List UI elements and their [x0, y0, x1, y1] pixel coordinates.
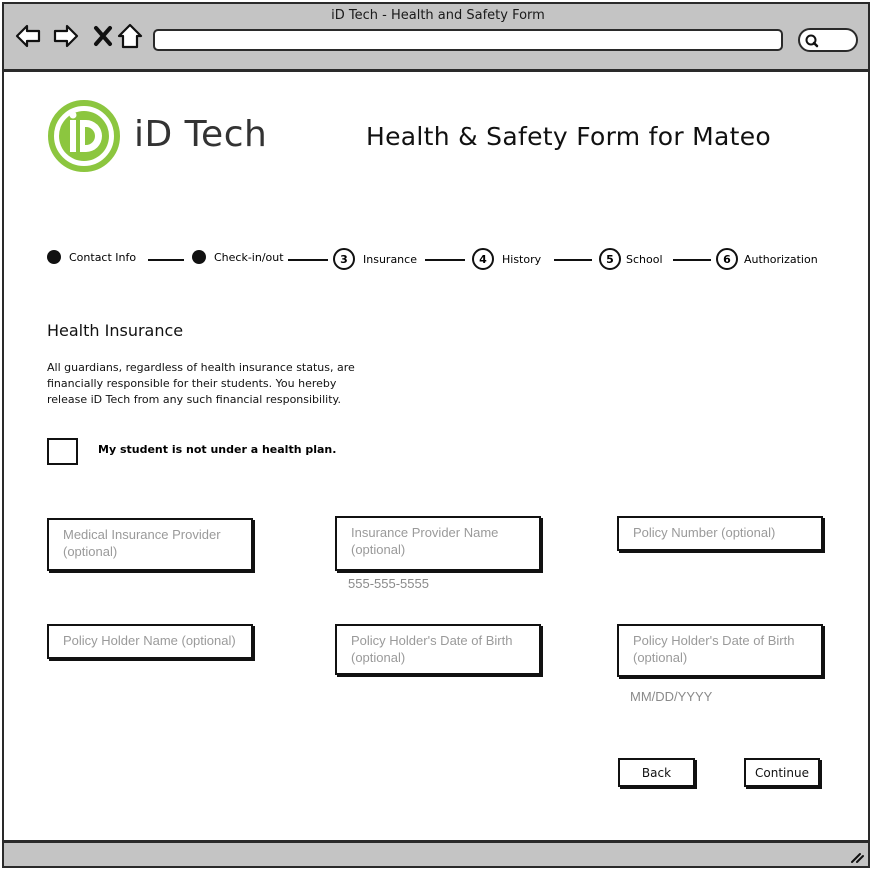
insurance-provider-name-input[interactable]: Insurance Provider Name (optional): [335, 516, 541, 571]
brand-name: iD Tech: [134, 114, 268, 155]
policy-holder-name-input[interactable]: Policy Holder Name (optional): [47, 624, 253, 659]
step-label: Insurance: [363, 252, 417, 266]
section-description: All guardians, regardless of health insu…: [47, 361, 355, 406]
forward-arrow-icon[interactable]: [52, 22, 80, 50]
phone-format-hint: 555-555-5555: [348, 576, 429, 591]
policy-holder-dob-input-1[interactable]: Policy Holder's Date of Birth (optional): [335, 624, 541, 675]
window-title: iD Tech - Health and Safety Form: [331, 8, 545, 23]
status-bar: [2, 840, 870, 868]
policy-holder-dob-input-2[interactable]: Policy Holder's Date of Birth (optional): [617, 624, 823, 677]
step-number: 5: [599, 248, 621, 270]
address-bar[interactable]: [153, 29, 783, 51]
step-connector: [288, 259, 328, 261]
browser-window: iD Tech - Health and Safety Form iD Tech…: [0, 0, 872, 870]
page-title: Health & Safety Form for Mateo: [366, 122, 772, 151]
back-button[interactable]: Back: [618, 758, 695, 787]
step-label: Contact Info: [69, 250, 137, 264]
step-complete-dot: [47, 250, 61, 264]
continue-button[interactable]: Continue: [744, 758, 820, 787]
step-insurance[interactable]: 3 Insurance: [333, 248, 417, 270]
step-connector: [673, 259, 711, 261]
step-contact-info[interactable]: Contact Info: [47, 250, 136, 264]
step-label: School: [626, 252, 663, 266]
step-history[interactable]: 4 History: [472, 248, 541, 270]
resize-grip-icon[interactable]: [848, 850, 864, 864]
step-complete-dot: [192, 250, 206, 264]
back-arrow-icon[interactable]: [14, 22, 42, 50]
home-icon[interactable]: [116, 22, 144, 50]
idtech-logo: [48, 100, 120, 172]
step-label: Check-in/out: [214, 250, 284, 264]
step-connector: [554, 259, 592, 261]
no-health-plan-label: My student is not under a health plan.: [98, 443, 337, 456]
policy-number-input[interactable]: Policy Number (optional): [617, 516, 823, 551]
step-school[interactable]: 5 School: [599, 248, 663, 270]
step-number: 4: [472, 248, 494, 270]
search-icon: [805, 34, 819, 48]
no-health-plan-checkbox[interactable]: [47, 438, 78, 465]
date-format-hint: MM/DD/YYYY: [630, 689, 713, 704]
step-connector: [425, 259, 465, 261]
step-connector: [148, 259, 184, 261]
step-label: Authorization: [744, 252, 818, 266]
step-authorization[interactable]: 6 Authorization: [716, 248, 818, 270]
close-icon[interactable]: [90, 22, 118, 50]
medical-insurance-provider-input[interactable]: Medical Insurance Provider (optional): [47, 518, 253, 571]
step-check-in-out[interactable]: Check-in/out: [192, 250, 284, 264]
section-title: Health Insurance: [47, 321, 184, 340]
search-field[interactable]: [798, 28, 858, 52]
step-label: History: [502, 252, 542, 266]
step-number: 6: [716, 248, 738, 270]
step-number: 3: [333, 248, 355, 270]
page-content: [2, 72, 870, 842]
